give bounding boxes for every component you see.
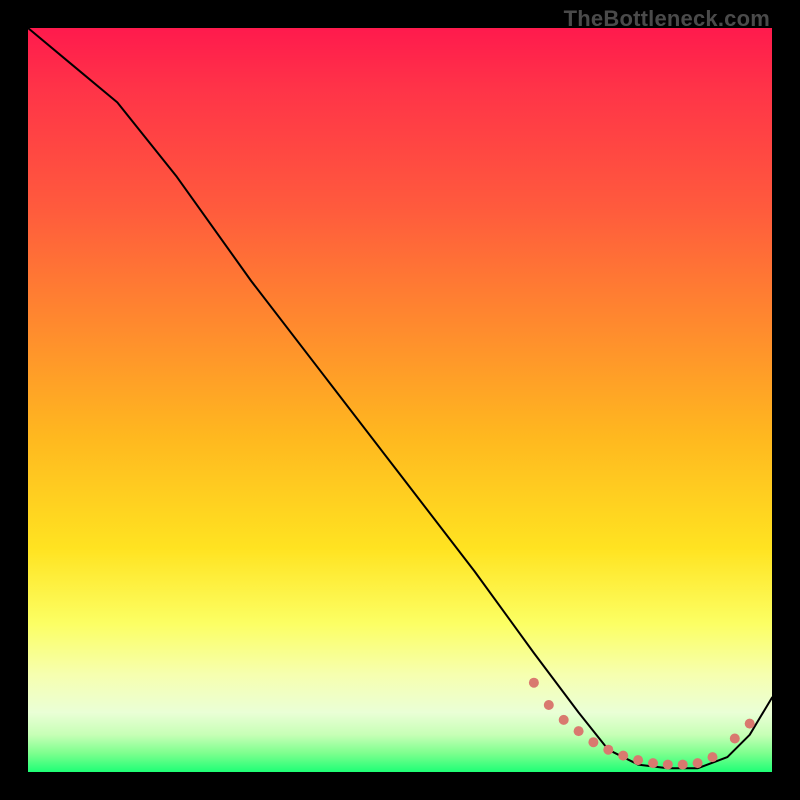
marker-dot xyxy=(574,726,584,736)
marker-dot xyxy=(693,758,703,768)
marker-dot xyxy=(544,700,554,710)
bottleneck-curve xyxy=(28,28,772,768)
marker-dot xyxy=(633,755,643,765)
marker-dot xyxy=(618,751,628,761)
marker-dot xyxy=(745,719,755,729)
marker-dot xyxy=(559,715,569,725)
marker-dot xyxy=(588,737,598,747)
marker-dot xyxy=(708,752,718,762)
marker-dot xyxy=(648,758,658,768)
marker-dot xyxy=(603,745,613,755)
marker-dot xyxy=(678,760,688,770)
curve-svg xyxy=(28,28,772,772)
marker-dot xyxy=(730,734,740,744)
chart-frame: TheBottleneck.com xyxy=(0,0,800,800)
plot-area xyxy=(28,28,772,772)
marker-dot xyxy=(529,678,539,688)
marker-dot xyxy=(663,760,673,770)
